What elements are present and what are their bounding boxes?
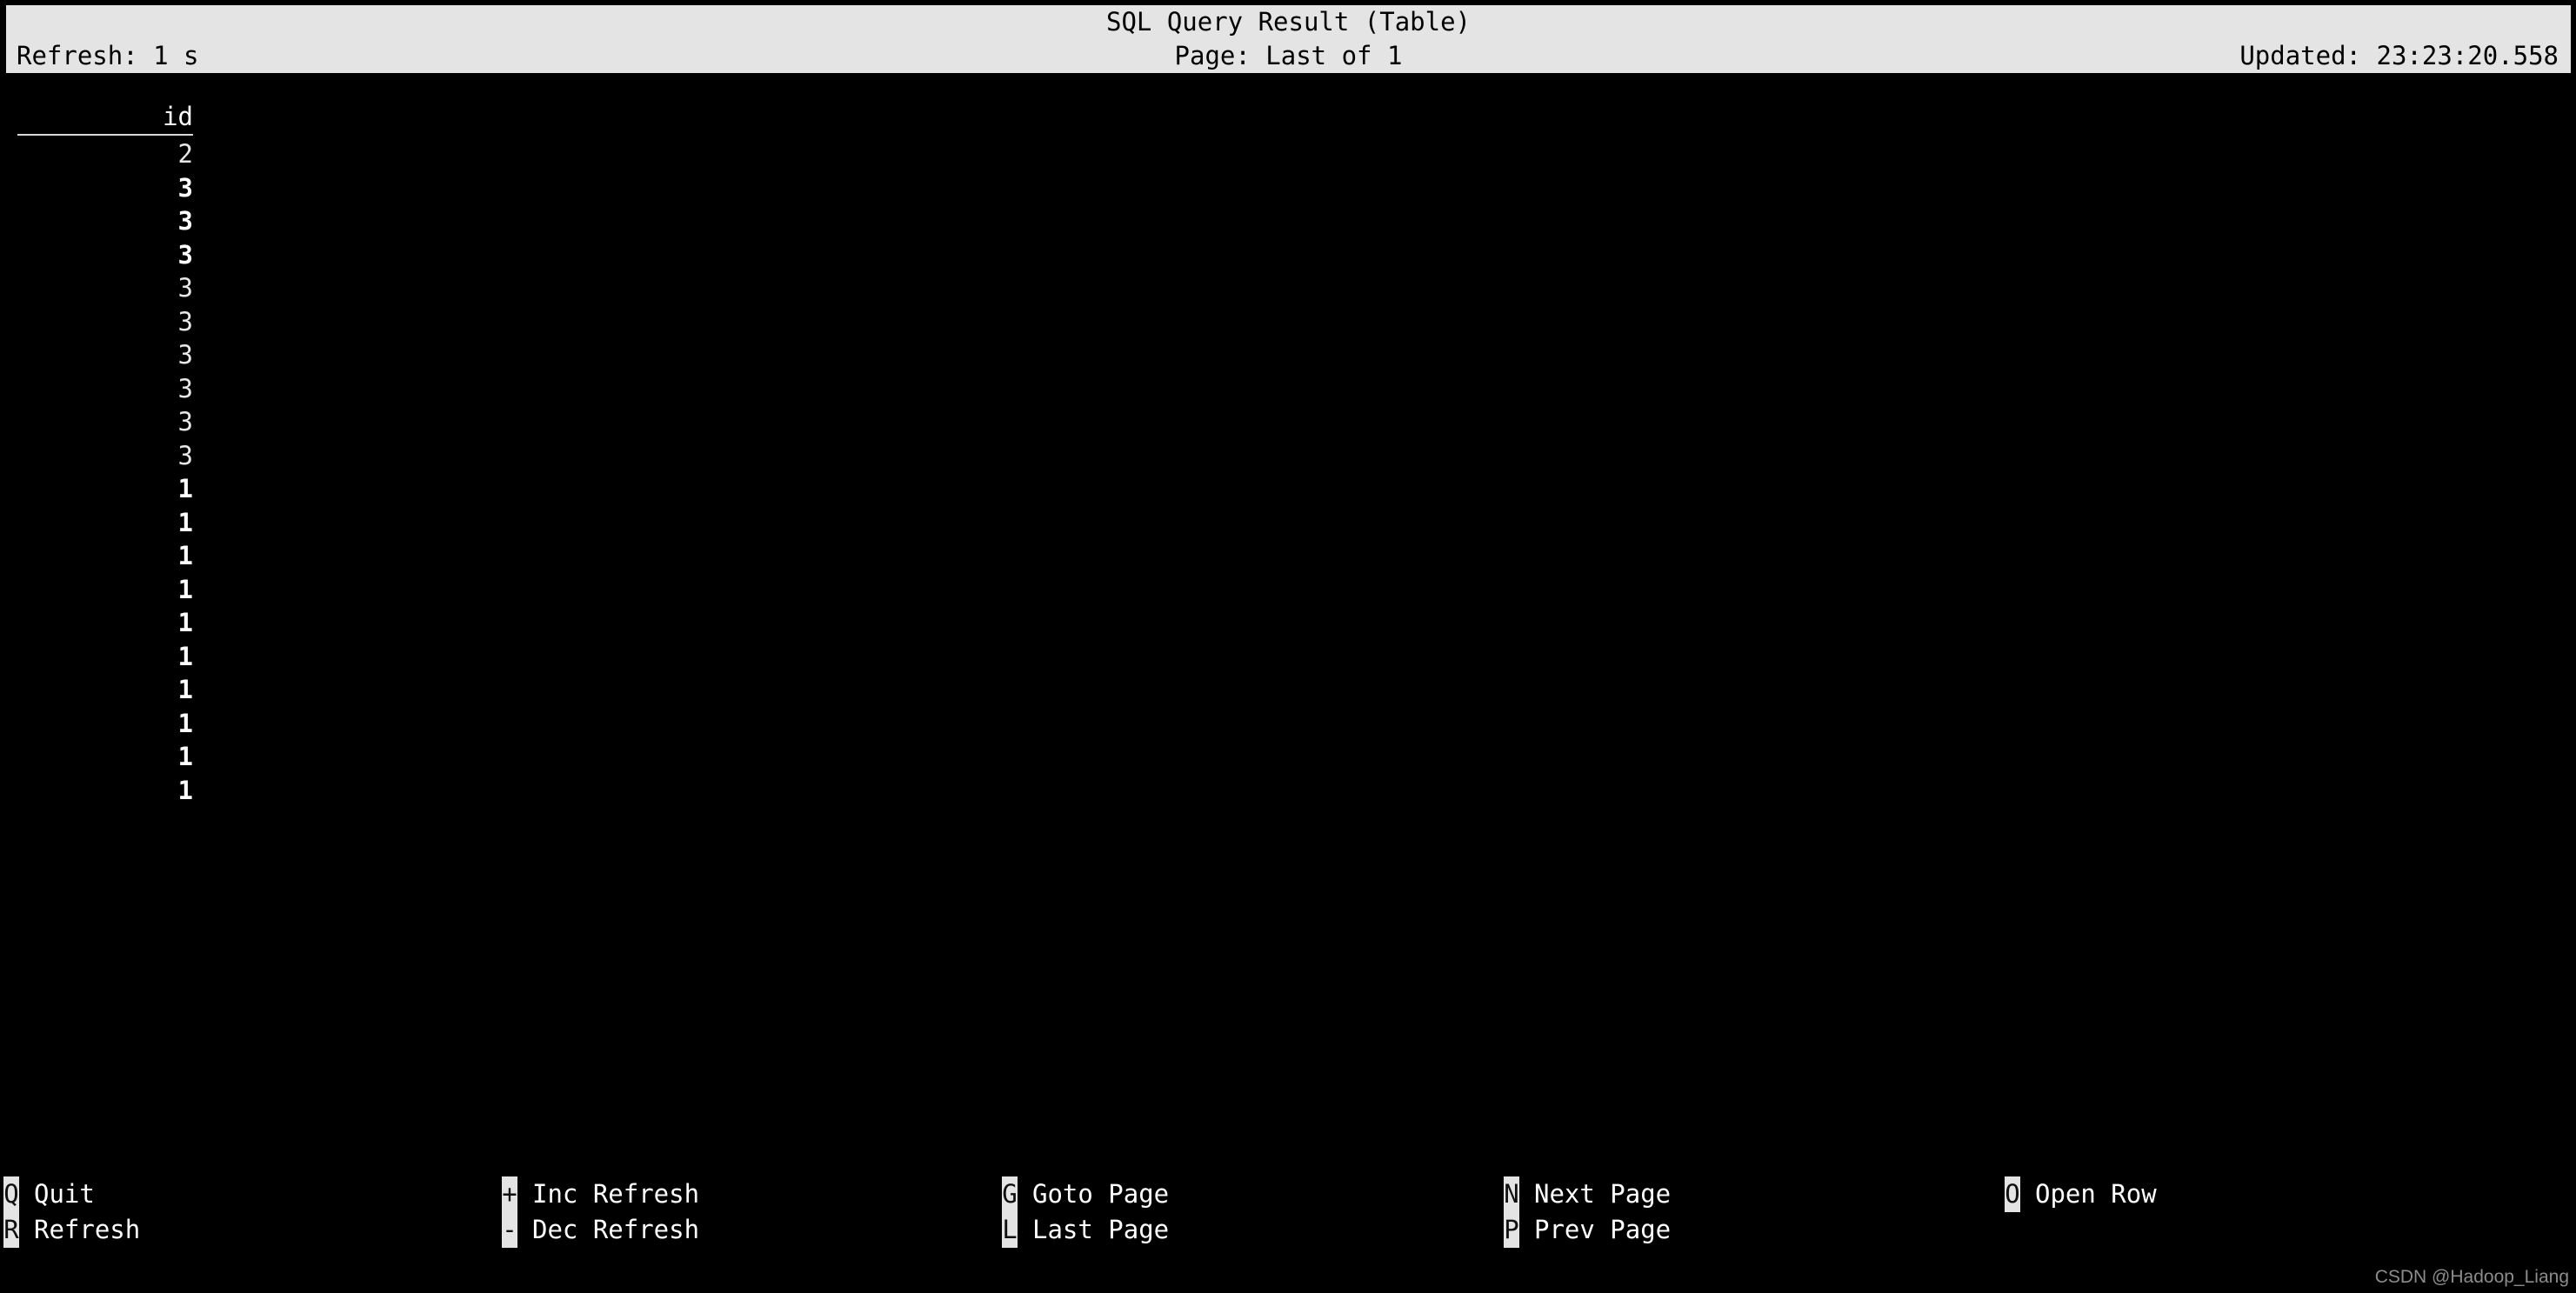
header-row-status: Refresh: 1 s Page: Last of 1 Updated: 23… [6, 39, 2571, 73]
footer-column: Q Quit R Refresh [3, 1176, 140, 1248]
key-action-label: Goto Page [1032, 1179, 1170, 1209]
key-badge: P [1504, 1212, 1519, 1248]
table-row[interactable]: 1 [0, 539, 2576, 573]
table-cell-id: 2 [177, 139, 193, 169]
keybinding-inc-refresh[interactable]: + Inc Refresh [502, 1176, 699, 1212]
updated-timestamp: Updated: 23:23:20.558 [2239, 41, 2559, 70]
key-action-label: Inc Refresh [532, 1179, 700, 1209]
watermark: CSDN @Hadoop_Liang [2374, 1267, 2569, 1287]
table-cell-id: 1 [177, 675, 193, 704]
table-row[interactable]: 1 [0, 707, 2576, 741]
table-cell-id: 1 [177, 775, 193, 805]
table-row[interactable]: 1 [0, 573, 2576, 607]
footer-column: N Next Page P Prev Page [1504, 1176, 1671, 1248]
table-row[interactable]: 2 [0, 137, 2576, 171]
table-row[interactable]: 3 [0, 372, 2576, 406]
key-badge: - [502, 1212, 517, 1248]
key-action-label: Open Row [2035, 1179, 2157, 1209]
keybinding-open-row[interactable]: O Open Row [2005, 1176, 2157, 1212]
query-result-table: id 23333333331111111111 [0, 103, 2576, 1163]
table-row[interactable]: 1 [0, 640, 2576, 674]
table-cell-id: 3 [177, 273, 193, 303]
footer-column: G Goto Page L Last Page [1002, 1176, 1169, 1248]
key-action-label: Refresh [34, 1215, 141, 1244]
table-row[interactable]: 3 [0, 271, 2576, 305]
table-cell-id: 3 [177, 206, 193, 236]
table-cell-id: 1 [177, 541, 193, 570]
table-cell-id: 3 [177, 373, 193, 403]
key-badge: O [2005, 1176, 2020, 1212]
status-header-bar: SQL Query Result (Table) Refresh: 1 s Pa… [6, 5, 2571, 73]
keybinding-dec-refresh[interactable]: - Dec Refresh [502, 1212, 699, 1248]
footer-column: O Open Row [2005, 1176, 2157, 1248]
key-badge: G [1002, 1176, 1018, 1212]
key-action-label: Next Page [1534, 1179, 1672, 1209]
table-row[interactable]: 1 [0, 472, 2576, 506]
key-badge: L [1002, 1212, 1018, 1248]
keybinding-footer: Q Quit R Refresh + Inc Refresh - Dec Refresh G Go… [0, 1176, 2576, 1248]
table-cell-id: 3 [177, 306, 193, 337]
page-title: SQL Query Result (Table) [1105, 7, 1472, 37]
table-cell-id: 1 [177, 574, 193, 604]
table-row[interactable]: 3 [0, 439, 2576, 473]
keybinding-prev-page[interactable]: P Prev Page [1504, 1212, 1671, 1248]
table-row[interactable]: 1 [0, 673, 2576, 707]
footer-column: + Inc Refresh - Dec Refresh [502, 1176, 699, 1248]
keybinding-last-page[interactable]: L Last Page [1002, 1212, 1169, 1248]
table-row[interactable]: 3 [0, 305, 2576, 339]
table-cell-id: 3 [177, 239, 193, 270]
table-row[interactable]: 1 [0, 774, 2576, 808]
table-cell-id: 3 [177, 340, 193, 370]
table-row[interactable]: 1 [0, 606, 2576, 640]
table-cell-id: 3 [177, 172, 193, 203]
table-cell-id: 1 [177, 608, 193, 637]
table-cell-id: 1 [177, 641, 193, 671]
key-action-label: Quit [34, 1179, 95, 1209]
keybinding-refresh[interactable]: R Refresh [3, 1212, 140, 1248]
table-cell-id: 1 [177, 507, 193, 537]
table-body: 23333333331111111111 [0, 137, 2576, 807]
key-badge: Q [3, 1176, 19, 1212]
key-action-label: Last Page [1032, 1215, 1170, 1244]
page-indicator: Page: Last of 1 [1174, 41, 1403, 70]
key-badge: + [502, 1176, 517, 1212]
key-action-label: Dec Refresh [532, 1215, 700, 1244]
keybinding-goto-page[interactable]: G Goto Page [1002, 1176, 1169, 1212]
table-cell-id: 3 [177, 407, 193, 437]
table-row[interactable]: 3 [0, 171, 2576, 205]
table-cell-id: 1 [177, 708, 193, 738]
header-row-title: SQL Query Result (Table) [6, 5, 2571, 39]
key-action-label: Prev Page [1534, 1215, 1672, 1244]
table-row[interactable]: 1 [0, 506, 2576, 540]
column-header-id[interactable]: id [17, 103, 193, 136]
table-cell-id: 1 [177, 474, 193, 503]
table-row[interactable]: 3 [0, 405, 2576, 439]
table-row[interactable]: 3 [0, 238, 2576, 272]
keybinding-next-page[interactable]: N Next Page [1504, 1176, 1671, 1212]
key-badge: R [3, 1212, 19, 1248]
table-cell-id: 3 [177, 440, 193, 470]
table-row[interactable]: 3 [0, 204, 2576, 238]
keybinding-quit[interactable]: Q Quit [3, 1176, 140, 1212]
table-row[interactable]: 1 [0, 740, 2576, 774]
table-row[interactable]: 3 [0, 338, 2576, 372]
key-badge: N [1504, 1176, 1519, 1212]
table-cell-id: 1 [177, 742, 193, 771]
